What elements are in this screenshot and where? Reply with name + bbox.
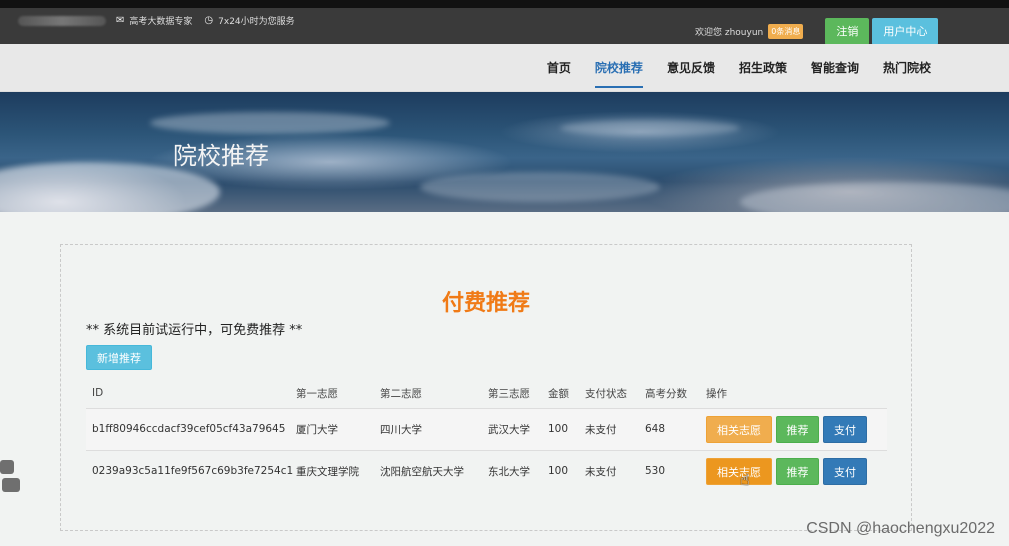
nav-items: 首页 院校推荐 意见反馈 招生政策 智能查询 热门院校 <box>523 44 931 92</box>
table-row: b1ff80946ccdacf39cef05cf43a79645 厦门大学 四川… <box>86 407 887 450</box>
col-first-choice: 第一志愿 <box>296 387 338 400</box>
cell-id: b1ff80946ccdacf39cef05cf43a79645 <box>86 407 296 450</box>
cell-first-choice: 重庆文理学院 <box>296 449 380 492</box>
cell-id: 0239a93c5a11fe9f567c69b3fe7254c1 <box>86 449 296 492</box>
message-badge[interactable]: 0条消息 <box>768 24 804 39</box>
nav-item-hot-schools[interactable]: 热门院校 <box>883 44 931 92</box>
welcome-text: 欢迎您 zhouyun <box>695 28 764 38</box>
col-amount: 金额 <box>548 387 569 400</box>
mouse-cursor-icon: ☝ <box>740 470 750 489</box>
nav-item-query[interactable]: 智能查询 <box>811 44 859 92</box>
wave-shape <box>420 172 660 202</box>
wave-shape <box>740 182 1009 212</box>
wave-shape <box>150 112 390 134</box>
cell-second-choice: 四川大学 <box>380 407 488 450</box>
cell-score: 648 <box>645 407 706 450</box>
nav-item-policy[interactable]: 招生政策 <box>739 44 787 92</box>
slogan-text: 高考大数据专家 <box>129 17 193 27</box>
envelope-icon: ✉ <box>116 15 125 26</box>
col-third-choice: 第三志愿 <box>488 387 530 400</box>
cell-amount: 100 <box>548 449 585 492</box>
cell-pay-status: 未支付 <box>585 449 645 492</box>
col-second-choice: 第二志愿 <box>380 387 422 400</box>
nav-item-home[interactable]: 首页 <box>547 44 571 92</box>
cell-actions: 相关志愿 推荐 支付 <box>706 449 887 492</box>
table-row: 0239a93c5a11fe9f567c69b3fe7254c1 重庆文理学院 … <box>86 449 887 492</box>
content-panel: 付费推荐 ** 系统目前试运行中，可免费推荐 ** 新增推荐 ID 第一志愿 第… <box>60 244 912 531</box>
watermark: CSDN @haochengxu2022 <box>806 520 995 537</box>
top-bar: ✉ 高考大数据专家 ◷ 7x24小时为您服务 欢迎您 zhouyun 0条消息 … <box>0 0 1009 45</box>
top-bar-left: ✉ 高考大数据专家 ◷ 7x24小时为您服务 <box>18 14 295 27</box>
service-text: 7x24小时为您服务 <box>218 17 295 27</box>
logout-button[interactable]: 注销 <box>825 18 870 45</box>
recommend-button[interactable]: 推荐 <box>776 457 819 485</box>
edge-decoration <box>0 460 20 492</box>
cell-first-choice: 厦门大学 <box>296 407 380 450</box>
trial-notice: ** 系统目前试运行中，可免费推荐 ** <box>86 323 303 338</box>
nav-item-recommend[interactable]: 院校推荐 <box>594 44 643 92</box>
nav-item-feedback[interactable]: 意见反馈 <box>667 44 715 92</box>
user-center-button[interactable]: 用户中心 <box>872 18 939 45</box>
recommendation-table: ID 第一志愿 第二志愿 第三志愿 金额 支付状态 高考分数 操作 b1ff80… <box>86 379 887 492</box>
banner-title: 院校推荐 <box>173 142 269 170</box>
related-choices-button[interactable]: 相关志愿 <box>706 457 772 485</box>
col-pay-status: 支付状态 <box>585 387 627 400</box>
pay-button[interactable]: 支付 <box>823 457 867 485</box>
col-score: 高考分数 <box>645 387 687 400</box>
cell-second-choice: 沈阳航空航天大学 <box>380 449 488 492</box>
page-title: 付费推荐 <box>441 291 530 316</box>
wave-shape <box>560 120 740 136</box>
table-header-row: ID 第一志愿 第二志愿 第三志愿 金额 支付状态 高考分数 操作 <box>86 379 887 408</box>
cell-actions: 相关志愿 推荐 支付 <box>706 407 887 450</box>
clock-icon: ◷ <box>204 15 214 26</box>
blurred-site-name <box>18 15 106 26</box>
col-id: ID <box>92 387 104 400</box>
main-nav: 首页 院校推荐 意见反馈 招生政策 智能查询 热门院校 <box>0 44 1009 92</box>
hero-banner: 院校推荐 <box>0 92 1009 212</box>
related-choices-button[interactable]: 相关志愿 <box>706 415 772 443</box>
top-bar-right: 欢迎您 zhouyun 0条消息 注销 用户中心 <box>695 18 939 45</box>
cell-third-choice: 武汉大学 <box>488 407 548 450</box>
col-actions: 操作 <box>706 387 727 400</box>
recommend-button[interactable]: 推荐 <box>776 415 819 443</box>
cell-pay-status: 未支付 <box>585 407 645 450</box>
pay-button[interactable]: 支付 <box>823 415 867 443</box>
cell-third-choice: 东北大学 <box>488 449 548 492</box>
cell-amount: 100 <box>548 407 585 450</box>
add-recommendation-button[interactable]: 新增推荐 <box>86 345 152 370</box>
cell-score: 530 <box>645 449 706 492</box>
